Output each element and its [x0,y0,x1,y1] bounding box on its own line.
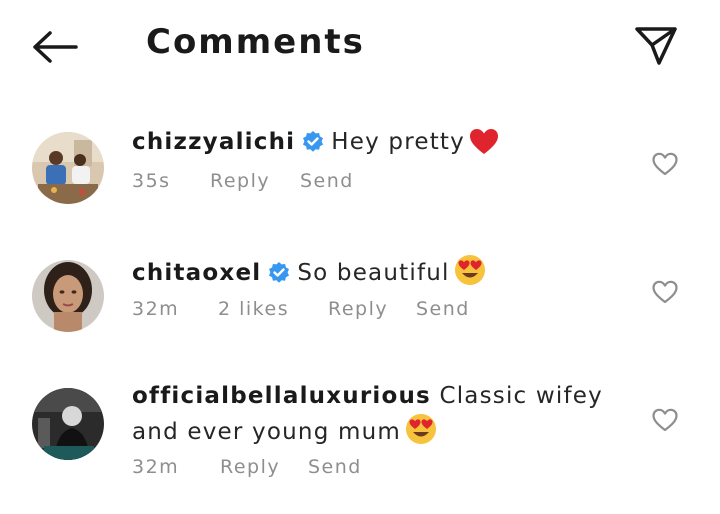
heart-outline-icon [652,280,678,304]
reply-button[interactable]: Reply [210,170,300,192]
heart-outline-icon [652,408,678,432]
like-count[interactable]: 2 likes [218,298,328,320]
reply-button[interactable]: Reply [220,456,308,478]
like-button[interactable] [650,406,680,434]
avatar[interactable] [32,132,104,204]
comment-text-line: officialbellaluxurious Classic wifey and… [132,380,622,455]
page-title: Comments [146,22,365,62]
comment-time: 35s [132,170,171,192]
comment-username[interactable]: chitaoxel [132,260,261,286]
send-button[interactable]: Send [308,456,362,478]
comment-meta: 32m 2 likes Reply Send [132,298,470,320]
share-button[interactable] [628,20,684,72]
avatar[interactable] [32,388,104,460]
red-heart-icon [469,128,499,165]
like-button[interactable] [650,278,680,306]
header-bar: Comments [0,0,720,96]
comment-item: chitaoxel So beautiful 32m 2 likes Reply Sen… [0,255,720,338]
comment-username[interactable]: officialbellaluxurious [132,383,431,409]
avatar[interactable] [32,260,104,332]
send-button[interactable]: Send [300,170,354,192]
comment-item: chizzyalichi Hey pretty 35s Reply Send [0,129,720,210]
comment-time: 32m [132,298,180,320]
send-button[interactable]: Send [416,298,470,320]
paper-plane-icon [635,27,677,65]
heart-outline-icon [652,152,678,176]
heart-eyes-icon [454,254,486,296]
comment-text-line: chitaoxel So beautiful [132,254,632,296]
comment-body: So beautiful [297,260,450,286]
comment-body: Hey pretty [331,129,465,155]
comment-meta: 35s Reply Send [132,170,354,192]
verified-badge-icon [267,261,291,295]
comment-time: 32m [132,456,180,478]
arrow-left-icon [33,31,78,63]
comment-text-line: chizzyalichi Hey pretty [132,126,632,165]
comment-meta: 32m Reply Send [132,456,362,478]
like-button[interactable] [650,150,680,178]
comment-item: officialbellaluxurious Classic wifey and… [0,382,720,492]
back-button[interactable] [26,26,84,68]
heart-eyes-icon [405,413,437,455]
verified-badge-icon [301,130,325,164]
reply-button[interactable]: Reply [328,298,416,320]
comment-username[interactable]: chizzyalichi [132,129,295,155]
